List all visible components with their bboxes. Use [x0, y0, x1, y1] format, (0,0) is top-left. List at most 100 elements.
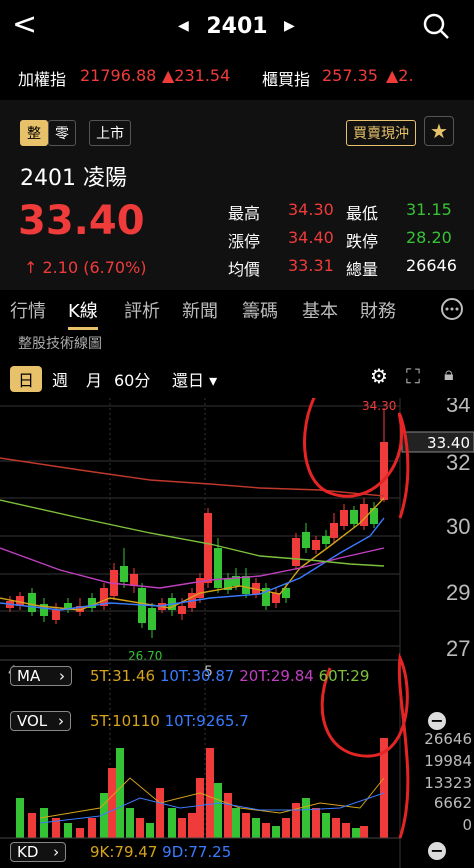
- volume-bar: [156, 788, 164, 838]
- high-label: 34.30: [362, 399, 396, 413]
- adjust-label: 還日: [172, 371, 205, 390]
- settings-icon[interactable]: ⚙: [370, 364, 388, 388]
- kd-label: KD: [17, 843, 39, 861]
- tab-4[interactable]: 籌碼: [242, 297, 278, 323]
- candle-body: [340, 510, 348, 526]
- candle-body: [322, 536, 330, 544]
- candle-body: [330, 523, 338, 538]
- candle-body: [380, 442, 388, 500]
- vol-tick: 0: [462, 816, 472, 834]
- quote-panel: 整零 上市 買賣現沖 ★ 2401 凌陽 33.40 ↑ 2.10 (6.70%…: [0, 100, 474, 290]
- price-tick: 30: [446, 514, 470, 539]
- k-value: 9K:79.47: [90, 843, 158, 861]
- tab-0[interactable]: 行情: [10, 297, 46, 323]
- board-lot-tag[interactable]: 整: [20, 120, 48, 146]
- next-stock-icon[interactable]: ▶: [284, 18, 295, 34]
- stat-value: 34.40: [288, 228, 334, 247]
- stock-name: 2401 凌陽: [20, 166, 127, 191]
- period-month[interactable]: 月: [86, 367, 102, 391]
- candle-body: [28, 593, 36, 612]
- vol-tick: 19984: [424, 752, 472, 770]
- candle-body: [214, 548, 222, 588]
- tab-1[interactable]: K線: [68, 297, 98, 330]
- stock-price: 33.40: [18, 198, 145, 244]
- candle-body: [178, 606, 186, 614]
- candle-body: [312, 540, 320, 550]
- volume-bar: [224, 793, 232, 838]
- volume-bar: [342, 823, 350, 838]
- volume-bar: [126, 808, 134, 838]
- chevron-right-icon: ›: [58, 667, 65, 685]
- price-tag-label: 33.40: [427, 434, 470, 452]
- d-value: 9D:77.25: [162, 843, 232, 861]
- ma-values: 5T:31.46 10T:30.87 20T:29.84 60T:29: [90, 667, 400, 685]
- volume-bar: [302, 798, 310, 838]
- stat-label: 總量: [346, 260, 379, 279]
- stat-value: 31.15: [406, 200, 452, 219]
- fullscreen-icon[interactable]: ⛶: [406, 364, 420, 388]
- collapse-vol-icon[interactable]: −: [428, 712, 446, 730]
- candle-body: [350, 510, 358, 524]
- ma-badge[interactable]: MA ›: [10, 666, 72, 686]
- tab-bar: 行情 K線 評析 新聞 籌碼 基本 財務: [0, 293, 474, 330]
- volume-bar: [352, 828, 360, 838]
- candle-body: [302, 532, 310, 548]
- annotation-mark: [320, 652, 410, 839]
- odd-lot-tag[interactable]: 零: [48, 120, 76, 146]
- market-tag: 上市: [89, 120, 132, 146]
- volume-bar: [242, 813, 250, 838]
- taiex-value: 21796.88: [80, 66, 157, 85]
- otc-label: 櫃買指: [262, 70, 311, 89]
- chevron-right-icon: ›: [57, 712, 64, 730]
- stat-value: 28.20: [406, 228, 452, 247]
- lock-icon[interactable]: 🔒︎: [444, 364, 454, 385]
- volume-bar: [16, 798, 24, 838]
- day-trade-button[interactable]: 買賣現沖: [346, 120, 416, 146]
- stat-label: 均價: [228, 260, 261, 279]
- volume-bar: [282, 818, 290, 838]
- volume-bar: [252, 818, 260, 838]
- star-icon[interactable]: ★: [424, 116, 454, 146]
- more-icon[interactable]: [440, 297, 464, 321]
- search-icon[interactable]: [422, 12, 450, 40]
- collapse-kd-icon[interactable]: −: [428, 842, 446, 860]
- candle-body: [52, 610, 60, 620]
- volume-bar: [232, 808, 240, 838]
- period-60min[interactable]: 60分: [114, 367, 150, 391]
- taiex-change: ▲231.54: [162, 66, 231, 85]
- ma-label: MA: [17, 667, 41, 685]
- vol-tick: 6662: [434, 794, 472, 812]
- volume-bar: [188, 813, 196, 838]
- tab-6[interactable]: 財務: [360, 297, 396, 323]
- kline-chart[interactable]: 343230292733.4034.3026.70452664619984133…: [0, 398, 474, 868]
- chevron-right-icon: ›: [53, 843, 60, 861]
- stat-label: 跌停: [346, 232, 379, 251]
- vol-tick: 26646: [424, 730, 472, 748]
- volume-bar: [88, 818, 96, 838]
- ma20-value: 20T:29.84: [239, 667, 314, 685]
- period-day[interactable]: 日: [10, 366, 43, 392]
- candle-body: [148, 608, 156, 630]
- volume-bar: [272, 826, 280, 838]
- volume-bar: [76, 828, 84, 838]
- ma5-value: 5T:31.46: [90, 667, 156, 685]
- stat-label: 最高: [228, 204, 261, 223]
- tab-2[interactable]: 評析: [124, 297, 160, 323]
- vol-badge[interactable]: VOL ›: [10, 711, 71, 731]
- header: < ◀ 2401 ▶: [0, 0, 474, 56]
- kd-badge[interactable]: KD ›: [10, 842, 67, 862]
- tab-5[interactable]: 基本: [302, 297, 338, 323]
- annotation-mark: [303, 398, 410, 519]
- chart-toolbar: 日 週 月 60分 還日 ▾ ⚙ ⛶ 🔒︎: [0, 362, 474, 394]
- price-change: ↑ 2.10 (6.70%): [24, 258, 147, 277]
- vol-label: VOL: [17, 712, 48, 730]
- volume-bar: [116, 748, 124, 838]
- period-week[interactable]: 週: [52, 367, 68, 391]
- volume-bar: [146, 823, 154, 838]
- tab-3[interactable]: 新聞: [182, 297, 218, 323]
- adjust-select[interactable]: 還日 ▾: [172, 367, 217, 391]
- ma20-line: [0, 547, 385, 589]
- volume-bar: [178, 818, 186, 838]
- volume-bar: [332, 818, 340, 838]
- volume-bar: [214, 783, 222, 838]
